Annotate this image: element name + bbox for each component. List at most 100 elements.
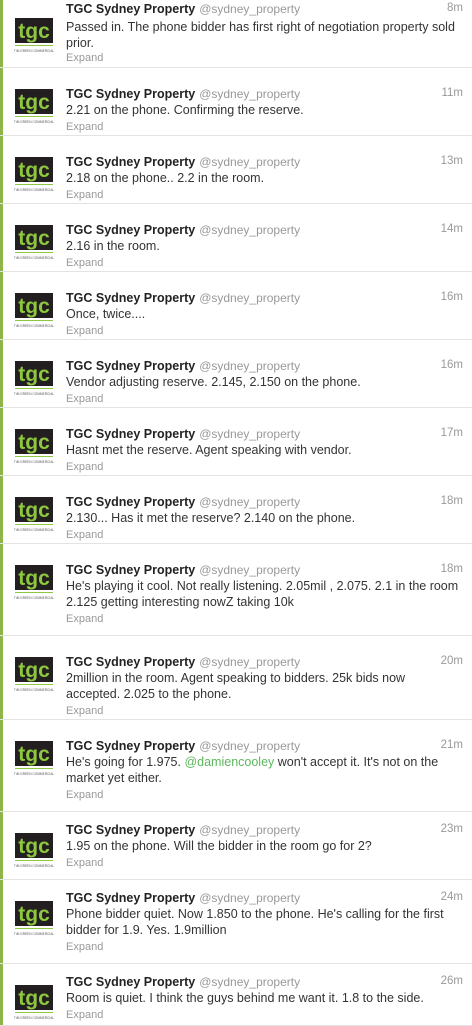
tweet[interactable]: tgc TIM GREEN COMMERCIAL TGC Sydney Proper… — [0, 636, 472, 720]
avatar[interactable]: tgc TIM GREEN COMMERCIAL — [13, 221, 55, 263]
account-name[interactable]: TGC Sydney Property — [66, 2, 195, 16]
logo-text: tgc — [18, 987, 50, 1010]
tweet-timestamp[interactable]: 20m — [441, 655, 463, 667]
account-name[interactable]: TGC Sydney Property — [66, 739, 195, 753]
account-handle[interactable]: @sydney_property — [199, 359, 300, 373]
logo-text: tgc — [18, 659, 50, 682]
avatar[interactable]: tgc TIM GREEN COMMERCIAL — [13, 85, 55, 127]
avatar[interactable]: tgc TIM GREEN COMMERCIAL — [13, 493, 55, 535]
account-handle[interactable]: @sydney_property — [199, 155, 300, 169]
account-handle[interactable]: @sydney_property — [199, 87, 300, 101]
avatar[interactable]: tgc TIM GREEN COMMERCIAL — [13, 897, 55, 939]
expand-link[interactable]: Expand — [66, 189, 103, 201]
tweet[interactable]: tgc TIM GREEN COMMERCIAL TGC Sydney Proper… — [0, 408, 472, 476]
account-name[interactable]: TGC Sydney Property — [66, 823, 195, 837]
expand-link[interactable]: Expand — [66, 393, 103, 405]
account-handle[interactable]: @sydney_property — [199, 891, 300, 905]
tweet-timestamp[interactable]: 17m — [441, 427, 463, 439]
tweet-header: TGC Sydney Property @sydney_property — [66, 890, 300, 906]
expand-link[interactable]: Expand — [66, 941, 103, 953]
avatar[interactable]: tgc TIM GREEN COMMERCIAL — [13, 14, 55, 56]
tweet[interactable]: tgc TIM GREEN COMMERCIAL TGC Sydney Proper… — [0, 204, 472, 272]
avatar[interactable]: tgc TIM GREEN COMMERCIAL — [13, 289, 55, 331]
account-name[interactable]: TGC Sydney Property — [66, 495, 195, 509]
expand-link[interactable]: Expand — [66, 461, 103, 473]
tweet[interactable]: tgc TIM GREEN COMMERCIAL TGC Sydney Proper… — [0, 476, 472, 544]
account-handle[interactable]: @sydney_property — [199, 223, 300, 237]
logo-subtext: TIM GREEN COMMERCIAL — [14, 596, 54, 600]
avatar[interactable]: tgc TIM GREEN COMMERCIAL — [13, 357, 55, 399]
tweet-timestamp[interactable]: 24m — [441, 891, 463, 903]
logo-text: tgc — [18, 835, 50, 858]
expand-link[interactable]: Expand — [66, 789, 103, 801]
tweet[interactable]: tgc TIM GREEN COMMERCIAL TGC Sydney Proper… — [0, 720, 472, 812]
account-name[interactable]: TGC Sydney Property — [66, 975, 195, 989]
tweet[interactable]: tgc TIM GREEN COMMERCIAL TGC Sydney Proper… — [0, 68, 472, 136]
account-handle[interactable]: @sydney_property — [199, 2, 300, 16]
account-handle[interactable]: @sydney_property — [199, 495, 300, 509]
expand-link[interactable]: Expand — [66, 52, 103, 64]
expand-link[interactable]: Expand — [66, 857, 103, 869]
logo-text: tgc — [18, 227, 50, 250]
tweet-timestamp[interactable]: 11m — [441, 87, 463, 99]
account-name[interactable]: TGC Sydney Property — [66, 155, 195, 169]
logo-subtext: TIM GREEN COMMERCIAL — [14, 932, 54, 936]
avatar[interactable]: tgc TIM GREEN COMMERCIAL — [13, 653, 55, 695]
avatar[interactable]: tgc TIM GREEN COMMERCIAL — [13, 153, 55, 195]
account-name[interactable]: TGC Sydney Property — [66, 359, 195, 373]
logo-text: tgc — [18, 431, 50, 454]
tweet-header: TGC Sydney Property @sydney_property — [66, 426, 300, 442]
account-name[interactable]: TGC Sydney Property — [66, 223, 195, 237]
tweet[interactable]: tgc TIM GREEN COMMERCIAL TGC Sydney Proper… — [0, 0, 472, 68]
account-handle[interactable]: @sydney_property — [199, 427, 300, 441]
expand-link[interactable]: Expand — [66, 1009, 103, 1021]
tweet[interactable]: tgc TIM GREEN COMMERCIAL TGC Sydney Proper… — [0, 340, 472, 408]
expand-link[interactable]: Expand — [66, 325, 103, 337]
tweet-timestamp[interactable]: 23m — [441, 823, 463, 835]
expand-link[interactable]: Expand — [66, 529, 103, 541]
tweet-header: TGC Sydney Property @sydney_property — [66, 86, 300, 102]
tweet[interactable]: tgc TIM GREEN COMMERCIAL TGC Sydney Proper… — [0, 812, 472, 880]
account-handle[interactable]: @sydney_property — [199, 975, 300, 989]
tweet-timestamp[interactable]: 18m — [441, 563, 463, 575]
account-name[interactable]: TGC Sydney Property — [66, 891, 195, 905]
tweet-text: 2.21 on the phone. Confirming the reserv… — [66, 103, 304, 117]
tweet[interactable]: tgc TIM GREEN COMMERCIAL TGC Sydney Proper… — [0, 544, 472, 636]
account-name[interactable]: TGC Sydney Property — [66, 427, 195, 441]
account-name[interactable]: TGC Sydney Property — [66, 655, 195, 669]
tweet-timestamp[interactable]: 16m — [441, 291, 463, 303]
account-handle[interactable]: @sydney_property — [199, 823, 300, 837]
tweet-header: TGC Sydney Property @sydney_property — [66, 738, 300, 754]
logo-subtext: TIM GREEN COMMERCIAL — [14, 256, 54, 260]
avatar[interactable]: tgc TIM GREEN COMMERCIAL — [13, 425, 55, 467]
tweet-timestamp[interactable]: 21m — [441, 739, 463, 751]
expand-link[interactable]: Expand — [66, 121, 103, 133]
tweet-timestamp[interactable]: 8m — [447, 2, 463, 14]
tweet[interactable]: tgc TIM GREEN COMMERCIAL TGC Sydney Proper… — [0, 272, 472, 340]
expand-link[interactable]: Expand — [66, 613, 103, 625]
account-name[interactable]: TGC Sydney Property — [66, 291, 195, 305]
expand-link[interactable]: Expand — [66, 257, 103, 269]
tweet[interactable]: tgc TIM GREEN COMMERCIAL TGC Sydney Proper… — [0, 880, 472, 964]
account-name[interactable]: TGC Sydney Property — [66, 87, 195, 101]
avatar[interactable]: tgc TIM GREEN COMMERCIAL — [13, 981, 55, 1023]
avatar[interactable]: tgc TIM GREEN COMMERCIAL — [13, 737, 55, 779]
account-name[interactable]: TGC Sydney Property — [66, 563, 195, 577]
logo-subtext: TIM GREEN COMMERCIAL — [14, 688, 54, 692]
account-handle[interactable]: @sydney_property — [199, 655, 300, 669]
tweet-timestamp[interactable]: 16m — [441, 359, 463, 371]
account-handle[interactable]: @sydney_property — [199, 563, 300, 577]
tweet-text: Vendor adjusting reserve. 2.145, 2.150 o… — [66, 375, 361, 389]
tweet-timestamp[interactable]: 18m — [441, 495, 463, 507]
avatar[interactable]: tgc TIM GREEN COMMERCIAL — [13, 829, 55, 871]
tweet[interactable]: tgc TIM GREEN COMMERCIAL TGC Sydney Proper… — [0, 136, 472, 204]
mention-link[interactable]: @damiencooley — [184, 755, 274, 769]
account-handle[interactable]: @sydney_property — [199, 291, 300, 305]
expand-link[interactable]: Expand — [66, 705, 103, 717]
tweet-timestamp[interactable]: 26m — [441, 975, 463, 987]
avatar[interactable]: tgc TIM GREEN COMMERCIAL — [13, 561, 55, 603]
account-handle[interactable]: @sydney_property — [199, 739, 300, 753]
tweet[interactable]: tgc TIM GREEN COMMERCIAL TGC Sydney Proper… — [0, 964, 472, 1026]
tweet-timestamp[interactable]: 13m — [441, 155, 463, 167]
tweet-timestamp[interactable]: 14m — [441, 223, 463, 235]
